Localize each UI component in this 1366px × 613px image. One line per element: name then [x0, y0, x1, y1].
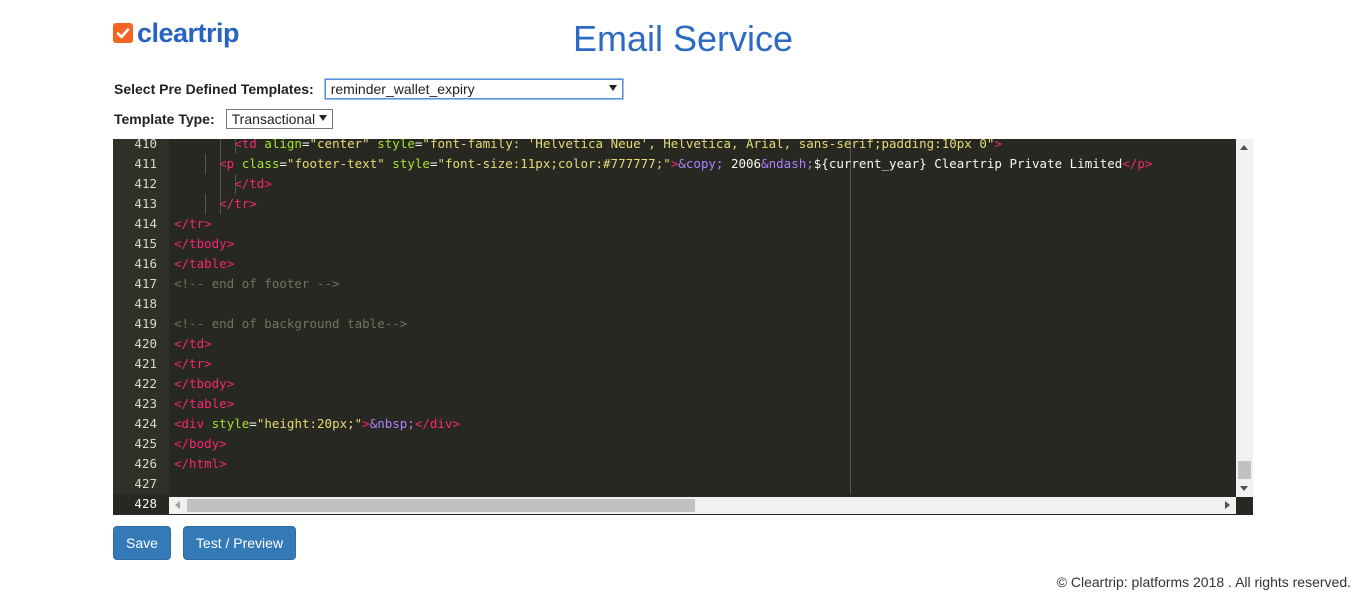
code-line: </tr>: [174, 356, 212, 371]
line-number: 410: [134, 139, 157, 151]
code-line: <!-- end of footer -->: [174, 276, 340, 291]
code-line: <!-- end of background table-->: [174, 316, 408, 331]
template-type-label: Template Type:: [114, 111, 215, 127]
code-editor[interactable]: 410 411 412 413 414 415 416 417 418 419 420 421 422 4…: [113, 139, 1253, 515]
line-number: 415: [134, 236, 157, 251]
line-number: 423: [134, 396, 157, 411]
code-line: </table>: [174, 256, 235, 271]
scroll-right-icon[interactable]: [1225, 501, 1230, 509]
scroll-up-icon[interactable]: [1240, 145, 1248, 150]
code-line: <div style="height:20px;">&nbsp;</div>: [174, 416, 461, 431]
dropdown-arrow-icon: [318, 115, 327, 121]
template-type-select[interactable]: Transactional: [225, 109, 333, 129]
line-number: 414: [134, 216, 157, 231]
line-number: 420: [134, 336, 157, 351]
indent-guide: [220, 139, 221, 154]
line-number: 418: [134, 296, 157, 311]
template-type-row: Template Type: Transactional: [114, 109, 333, 129]
test-preview-button[interactable]: Test / Preview: [183, 526, 296, 560]
save-button[interactable]: Save: [113, 526, 171, 560]
line-number: 424: [134, 416, 157, 431]
print-margin: [850, 139, 851, 494]
scrollbar-thumb[interactable]: [187, 499, 695, 512]
template-select-label: Select Pre Defined Templates:: [114, 81, 314, 97]
code-line: </tr>: [219, 196, 257, 211]
scroll-down-icon[interactable]: [1240, 486, 1248, 491]
editor-vertical-scrollbar[interactable]: [1236, 139, 1253, 497]
line-number: 427: [134, 476, 157, 491]
code-line: </tr>: [174, 216, 212, 231]
code-line: <p class="footer-text" style="font-size:…: [219, 156, 1153, 171]
scrollbar-thumb[interactable]: [1238, 461, 1251, 479]
line-number: 413: [134, 196, 157, 211]
indent-guide: [220, 154, 221, 174]
code-line: </table>: [174, 396, 235, 411]
template-select-value: reminder_wallet_expiry: [330, 81, 475, 97]
indent-guide: [205, 194, 206, 214]
indent-guide: [220, 194, 221, 214]
code-line: </tbody>: [174, 376, 235, 391]
line-number: 419: [134, 316, 157, 331]
template-select-row: Select Pre Defined Templates: reminder_w…: [114, 79, 623, 99]
scroll-left-icon[interactable]: [175, 501, 180, 509]
indent-guide: [220, 174, 221, 194]
indent-guide: [235, 139, 236, 154]
dropdown-arrow-icon: [608, 85, 617, 91]
code-line: </td>: [174, 336, 212, 351]
line-number: 417: [134, 276, 157, 291]
line-number: 412: [134, 176, 157, 191]
line-number: 425: [134, 436, 157, 451]
code-content[interactable]: <td align="center" style="font-family: '…: [174, 139, 1236, 497]
indent-guide: [235, 174, 236, 194]
code-line: <td align="center" style="font-family: '…: [234, 139, 1002, 151]
line-number: 426: [134, 456, 157, 471]
template-type-value: Transactional: [231, 111, 316, 127]
copyright-footer: © Cleartrip: platforms 2018 . All rights…: [1056, 574, 1351, 590]
line-number: 416: [134, 256, 157, 271]
line-number-gutter: 410 411 412 413 414 415 416 417 418 419 420 421 422 4…: [113, 139, 169, 515]
template-select[interactable]: reminder_wallet_expiry: [324, 79, 623, 99]
editor-horizontal-scrollbar[interactable]: [169, 497, 1236, 514]
code-line: </body>: [174, 436, 227, 451]
code-line: </tbody>: [174, 236, 235, 251]
page-title: Email Service: [572, 18, 794, 59]
code-line: </html>: [174, 456, 227, 471]
line-number: 411: [134, 156, 157, 171]
indent-guide: [205, 154, 206, 174]
line-number: 428: [113, 494, 169, 514]
code-line: </td>: [234, 176, 272, 191]
line-number: 421: [134, 356, 157, 371]
line-number: 422: [134, 376, 157, 391]
